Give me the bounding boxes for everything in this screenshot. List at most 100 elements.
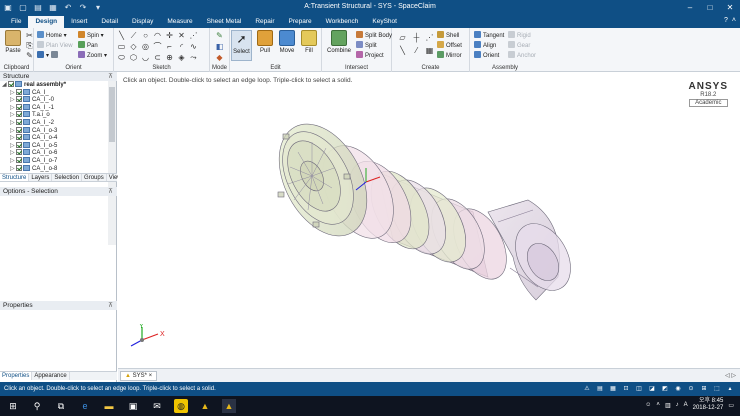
tab-repair[interactable]: Repair <box>248 16 281 28</box>
ansys-spaceclaim-icon[interactable]: ▲ <box>222 399 236 413</box>
view-cube-button[interactable]: ▾ <box>37 51 60 60</box>
start-icon[interactable]: ⊞ <box>6 399 20 413</box>
rectangle-icon[interactable]: ▭ <box>117 42 126 51</box>
tab-selection[interactable]: Selection <box>52 174 83 181</box>
tree-item[interactable]: ▷ CA_I_o-6 <box>0 149 108 157</box>
sketch-mode-icon[interactable]: ✎ <box>215 31 224 40</box>
ansys-workbench-icon[interactable]: ▲ <box>198 399 212 413</box>
scrollbar-thumb[interactable] <box>109 87 115 142</box>
minimize-icon[interactable]: – <box>680 0 700 16</box>
people-icon[interactable]: ☺ <box>645 402 651 408</box>
view-face-icon[interactable]: ◫ <box>635 382 643 396</box>
visibility-checkbox[interactable] <box>16 103 22 110</box>
tree-item[interactable]: ▷ CA_I_ <box>0 88 108 97</box>
gear-button[interactable]: Gear <box>508 41 530 50</box>
graphics-viewport[interactable]: Click an object. Double-click to select … <box>118 72 740 368</box>
store-icon[interactable]: ▣ <box>126 399 140 413</box>
tree-item-root[interactable]: ◢ real assembly* <box>0 81 108 89</box>
point-icon[interactable]: ✛ <box>165 31 174 40</box>
split-body-button[interactable]: Split Body <box>356 31 392 40</box>
status-warning-icon[interactable]: ⚠ <box>583 382 591 396</box>
polygon-icon[interactable]: ⬡ <box>129 53 138 62</box>
combine-button[interactable]: Combine <box>326 30 352 54</box>
tab-detail[interactable]: Detail <box>94 16 125 28</box>
doc-tab-sys[interactable]: ▲ SYS* × <box>120 371 158 381</box>
maximize-icon[interactable]: □ <box>700 0 720 16</box>
sweep-arc-icon[interactable]: ◡ <box>141 53 150 62</box>
tree-item[interactable]: ▷ CA_I_o-4 <box>0 134 108 142</box>
line-icon[interactable]: ╲ <box>117 31 126 40</box>
tree-item[interactable]: ▷ CA_I_o-5 <box>0 141 108 150</box>
anchor-button[interactable]: Anchor <box>508 51 536 60</box>
paste-button[interactable]: Paste <box>2 30 24 54</box>
pin-icon[interactable]: ⊼ <box>108 72 113 81</box>
move-button[interactable]: Move <box>276 30 298 54</box>
mail-icon[interactable]: ✉ <box>150 399 164 413</box>
fillet-icon[interactable]: ◜ <box>177 42 186 51</box>
zoom-button[interactable]: Zoom ▾ <box>78 51 107 60</box>
tangent-button[interactable]: Tangent <box>474 31 504 40</box>
pan-button[interactable]: Pan <box>78 41 98 50</box>
trim-icon[interactable]: ✕ <box>177 31 186 40</box>
section-mode-icon[interactable]: ◧ <box>215 42 224 51</box>
task-view-icon[interactable]: ⧉ <box>54 399 68 413</box>
visibility-checkbox[interactable] <box>16 111 22 118</box>
tab-structure[interactable]: Structure <box>0 174 30 181</box>
spin-button[interactable]: Spin ▾ <box>78 31 104 40</box>
format-icon[interactable]: ✎ <box>25 51 34 60</box>
three-point-arc-icon[interactable]: ⌒ <box>153 42 162 51</box>
plan-view-button[interactable]: Plan View <box>37 41 73 50</box>
home-button[interactable]: Home ▾ <box>37 31 67 40</box>
pull-button[interactable]: Pull <box>254 30 276 54</box>
three-point-circle-icon[interactable]: ◎ <box>141 42 150 51</box>
offset-button[interactable]: Offset <box>437 41 462 50</box>
file-explorer-icon[interactable]: ▬ <box>102 399 116 413</box>
offset-curve-icon[interactable]: ⋰ <box>189 31 198 40</box>
tangent-line-icon[interactable]: ⟋ <box>129 31 138 40</box>
selection-mode-icon[interactable]: ⬚ <box>713 382 721 396</box>
pin-icon[interactable]: ⊼ <box>108 187 113 196</box>
input-lang-indicator[interactable]: A <box>684 402 688 408</box>
tab-next-icon[interactable]: ▷ <box>731 373 736 379</box>
pin-icon[interactable]: ⊼ <box>108 301 113 310</box>
assembly-model[interactable] <box>118 72 740 368</box>
tab-insert[interactable]: Insert <box>64 16 94 28</box>
ribbon-minimize-icon[interactable]: ˄ <box>732 17 736 24</box>
point-create-icon[interactable]: ⋰ <box>425 33 434 42</box>
rigid-button[interactable]: Rigid <box>508 31 531 40</box>
view-vertex-icon[interactable]: ◩ <box>661 382 669 396</box>
tree-item[interactable]: ▷ CA_I_o-8 <box>0 164 108 173</box>
notification-icon[interactable]: ▭ <box>728 402 734 409</box>
select-button[interactable]: ➚ Select <box>231 30 252 61</box>
spline-icon[interactable]: ∿ <box>189 42 198 51</box>
tab-display[interactable]: Display <box>125 16 160 28</box>
status-info-icon[interactable]: ▤ <box>596 382 604 396</box>
selection-filter-icon[interactable]: ▦ <box>609 382 617 396</box>
tab-groups[interactable]: Groups <box>82 174 107 181</box>
tree-item[interactable]: ▷ CA_I_-1 <box>0 103 108 112</box>
visibility-checkbox[interactable] <box>16 88 22 95</box>
plane-icon[interactable]: ▱ <box>398 33 407 42</box>
edge-browser-icon[interactable]: e <box>78 399 92 413</box>
tree-item[interactable]: ▷ CA_I_o-3 <box>0 126 108 135</box>
project-button[interactable]: Project <box>356 51 384 60</box>
tab-prev-icon[interactable]: ◁ <box>725 373 730 379</box>
visibility-checkbox[interactable] <box>16 134 22 141</box>
visibility-checkbox[interactable] <box>16 164 22 171</box>
tab-measure[interactable]: Measure <box>160 16 199 28</box>
origin-icon[interactable]: ╲ <box>398 46 407 55</box>
visibility-checkbox[interactable] <box>16 156 22 163</box>
slot-icon[interactable]: ⊂ <box>153 53 162 62</box>
close-icon[interactable]: ✕ <box>720 0 740 16</box>
tab-appearance[interactable]: Appearance <box>32 372 70 380</box>
tab-properties[interactable]: Properties <box>0 372 33 380</box>
visibility-checkbox[interactable] <box>16 96 22 103</box>
arc-icon[interactable]: ◠ <box>153 31 162 40</box>
clock[interactable]: 오후 8:45 2018-12-27 <box>693 398 724 412</box>
lock-icon[interactable]: ⊙ <box>687 382 695 396</box>
help-icon[interactable]: ? <box>724 17 728 24</box>
bend-icon[interactable]: ⤳ <box>189 53 198 62</box>
render-icon[interactable]: ◉ <box>674 382 682 396</box>
volume-icon[interactable]: ♪ <box>676 402 679 408</box>
cut-icon[interactable]: ✂ <box>25 31 34 40</box>
